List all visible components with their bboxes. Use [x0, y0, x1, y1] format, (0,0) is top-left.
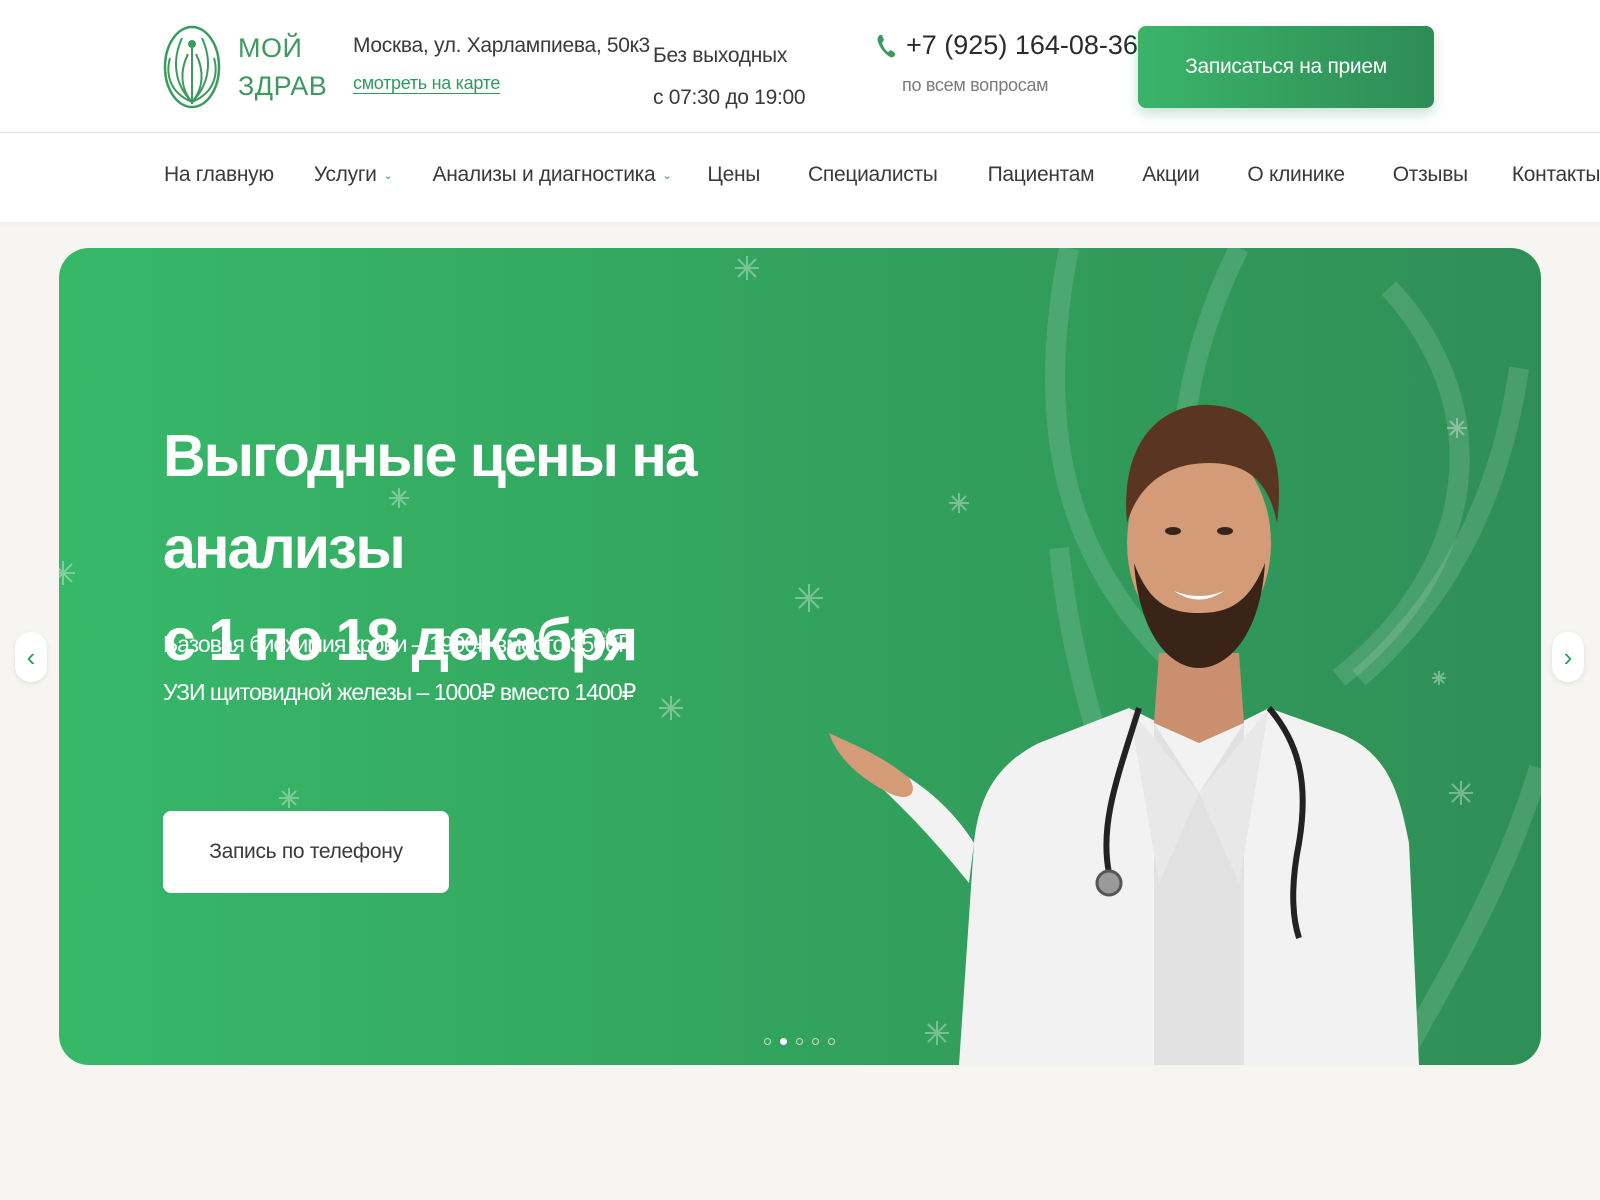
slider-dot[interactable]: [764, 1038, 771, 1045]
nav-item[interactable]: Контакты: [1512, 163, 1600, 187]
main-navigation: На главную Услуги ⌄ Анализы и диагностика ⌄ Ц…: [0, 133, 1600, 222]
nav-item[interactable]: Услуги ⌄: [314, 163, 393, 187]
address-text: Москва, ул. Харлампиева, 50к3: [353, 34, 650, 57]
hero-slider: Выгодные цены на анализы с 1 по 18 декаб…: [59, 248, 1541, 1065]
phone-block: +7 (925) 164-08-36 по всем вопросам: [876, 30, 1138, 96]
nav-item[interactable]: Отзывы: [1393, 163, 1468, 187]
nav-item[interactable]: Специалисты: [808, 163, 938, 187]
nav-item[interactable]: Цены: [707, 163, 760, 187]
map-link[interactable]: смотреть на карте: [353, 73, 500, 94]
nav-item-label: Услуги: [313, 163, 377, 186]
nav-menu: На главную Услуги ⌄ Анализы и диагностика ⌄ Ц…: [164, 163, 1600, 187]
nav-item[interactable]: Акции: [1142, 163, 1199, 187]
phone-booking-button[interactable]: Запись по телефону: [163, 811, 449, 893]
hours-line2: с 07:30 до 19:00: [653, 86, 806, 109]
nav-item[interactable]: О клинике: [1247, 163, 1345, 187]
chevron-down-icon: ⌄: [662, 169, 672, 182]
nav-item-label: Контакты: [1511, 163, 1600, 186]
chevron-down-icon: ⌄: [383, 169, 393, 182]
nav-item-label: Специалисты: [808, 163, 938, 186]
nav-item-label: Анализы и диагностика: [432, 163, 656, 186]
nav-item-label: На главную: [164, 163, 274, 186]
logo[interactable]: МОЙ ЗДРАВ: [162, 22, 327, 112]
slider-dot[interactable]: [780, 1038, 787, 1045]
nav-item[interactable]: Анализы и диагностика ⌄: [433, 163, 672, 187]
nav-item-label: Акции: [1142, 163, 1200, 186]
nav-item-label: О клинике: [1247, 163, 1345, 186]
nav-item[interactable]: Пациентам: [988, 163, 1095, 187]
slider-pagination: [764, 1038, 835, 1045]
nav-item-label: Отзывы: [1392, 163, 1468, 186]
slider-dot[interactable]: [828, 1038, 835, 1045]
leaf-logo-icon: [163, 25, 221, 109]
slider-next-button[interactable]: ›: [1552, 632, 1584, 682]
doctor-image: [829, 404, 1419, 1065]
phone-number[interactable]: +7 (925) 164-08-36: [906, 30, 1138, 61]
chevron-left-icon: ‹: [26, 641, 36, 672]
nav-item-label: Пациентам: [987, 163, 1095, 186]
hours-line1: Без выходных: [653, 44, 788, 67]
slider-dot[interactable]: [812, 1038, 819, 1045]
nav-item[interactable]: На главную: [164, 163, 274, 187]
site-header: МОЙ ЗДРАВ Москва, ул. Харлампиева, 50к3 …: [0, 0, 1600, 133]
offer-line-1: Базовая биохимия крови – 1900₽ вместо 35…: [163, 631, 632, 657]
logo-line1: МОЙ: [238, 33, 303, 63]
slider-dot[interactable]: [796, 1038, 803, 1045]
phone-caption: по всем вопросам: [902, 75, 1049, 95]
chevron-right-icon: ›: [1563, 641, 1573, 672]
working-hours: Без выходных с 07:30 до 19:00: [653, 35, 806, 119]
hero-offers: Базовая биохимия крови – 1900₽ вместо 35…: [163, 620, 636, 716]
slider-prev-button[interactable]: ‹: [15, 632, 47, 682]
offer-line-2: УЗИ щитовидной железы – 1000₽ вместо 140…: [163, 679, 636, 705]
phone-icon: [877, 34, 895, 57]
nav-item-label: Цены: [707, 163, 761, 186]
logo-line2: ЗДРАВ: [238, 71, 328, 101]
book-appointment-button[interactable]: Записаться на прием: [1138, 26, 1434, 108]
address-block: Москва, ул. Харлампиева, 50к3 смотреть н…: [353, 34, 650, 94]
hero-title-line1: Выгодные цены на анализы: [163, 423, 698, 581]
